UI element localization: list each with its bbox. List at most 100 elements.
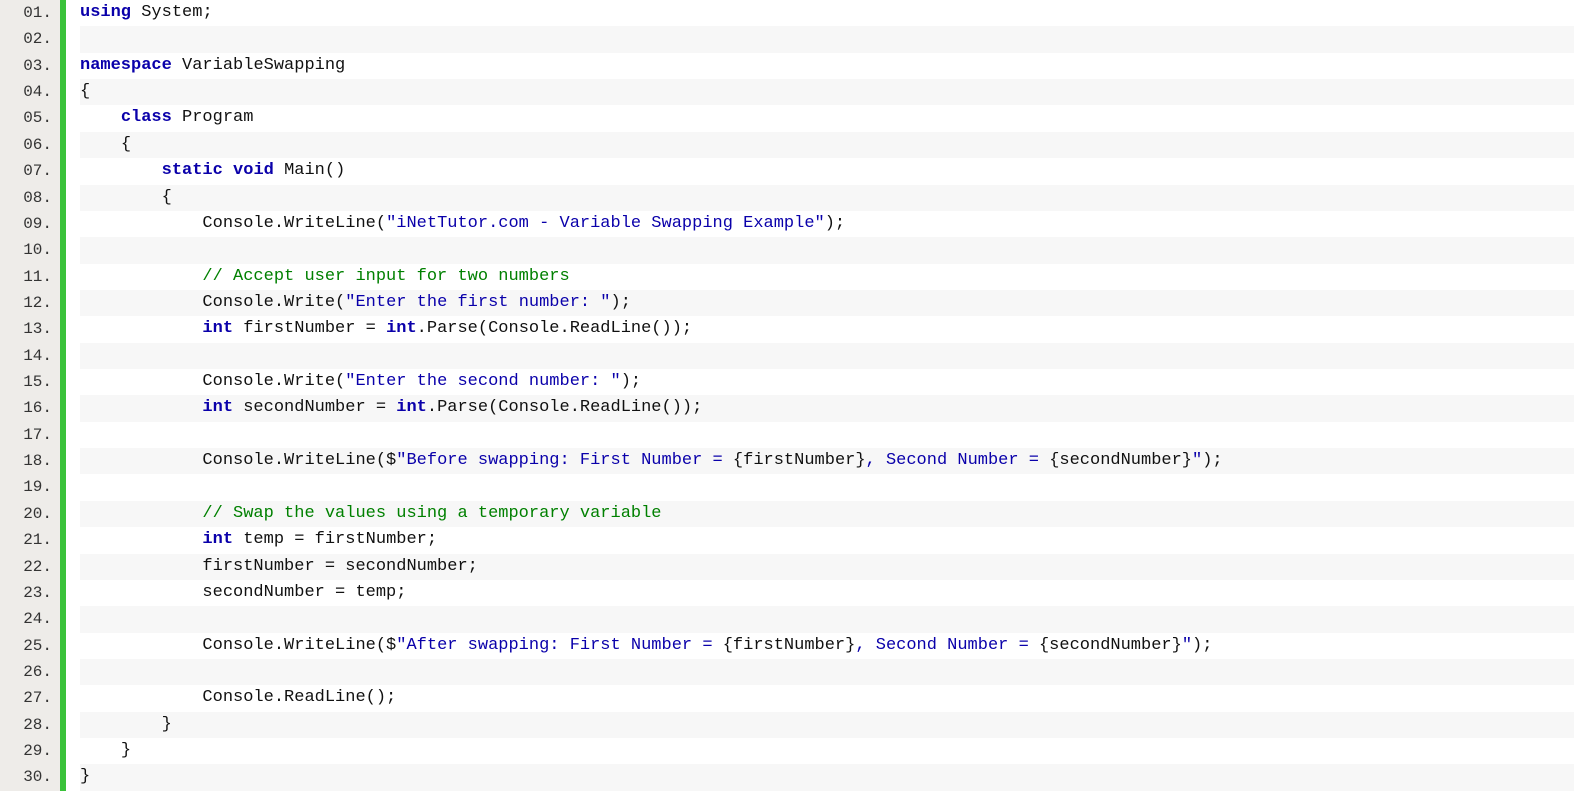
code-token-punct: { — [121, 135, 131, 154]
line-number: 17. — [0, 422, 60, 448]
code-line[interactable]: { — [80, 79, 1574, 105]
code-token-punct: .WriteLine( — [274, 214, 386, 233]
code-line[interactable] — [80, 26, 1574, 52]
indent — [80, 741, 121, 760]
code-token-str: "Enter the first number: " — [345, 293, 610, 312]
indent — [80, 715, 162, 734]
code-line[interactable]: static void Main() — [80, 158, 1574, 184]
indent — [80, 161, 162, 180]
code-area[interactable]: using System; namespace VariableSwapping {… — [66, 0, 1574, 791]
indent — [80, 372, 202, 391]
line-number: 07. — [0, 158, 60, 184]
code-token-ident: secondNumber — [202, 583, 324, 602]
code-token-punct: ); — [1202, 451, 1222, 470]
line-number: 23. — [0, 580, 60, 606]
code-line[interactable]: Console.Write("Enter the first number: "… — [80, 290, 1574, 316]
code-token-kw: void — [233, 161, 274, 180]
line-number: 06. — [0, 132, 60, 158]
code-line[interactable]: { — [80, 132, 1574, 158]
code-line[interactable] — [80, 422, 1574, 448]
code-token-punct: .ReadLine(); — [274, 688, 396, 707]
code-token-punct: { — [80, 82, 90, 101]
code-token-punct: } — [162, 715, 172, 734]
code-token-kw: namespace — [80, 56, 172, 75]
code-line[interactable] — [80, 474, 1574, 500]
line-number-gutter: 01.02.03.04.05.06.07.08.09.10.11.12.13.1… — [0, 0, 60, 791]
code-token-kw: int — [202, 530, 233, 549]
code-line[interactable]: int temp = firstNumber; — [80, 527, 1574, 553]
code-token-str: "After swapping: First Number = — [396, 636, 722, 655]
code-token-punct — [172, 108, 182, 127]
code-token-punct: { — [162, 188, 172, 207]
code-line[interactable]: secondNumber = temp; — [80, 580, 1574, 606]
code-token-punct: ); — [1192, 636, 1212, 655]
code-line[interactable]: } — [80, 712, 1574, 738]
code-line[interactable]: int secondNumber = int.Parse(Console.Rea… — [80, 395, 1574, 421]
line-number: 26. — [0, 659, 60, 685]
code-token-str: "Before swapping: First Number = — [396, 451, 733, 470]
code-line[interactable]: } — [80, 738, 1574, 764]
code-line[interactable]: using System; — [80, 0, 1574, 26]
code-token-punct: .WriteLine($ — [274, 636, 396, 655]
indent — [80, 319, 202, 338]
code-line[interactable] — [80, 237, 1574, 263]
code-token-ident: Console — [202, 688, 273, 707]
code-token-interp: {secondNumber} — [1039, 636, 1182, 655]
line-number: 10. — [0, 237, 60, 263]
line-number: 20. — [0, 501, 60, 527]
indent — [80, 135, 121, 154]
code-token-punct — [172, 56, 182, 75]
code-line[interactable]: firstNumber = secondNumber; — [80, 554, 1574, 580]
indent — [80, 267, 202, 286]
code-token-ident: Program — [182, 108, 253, 127]
indent — [80, 583, 202, 602]
indent — [80, 293, 202, 312]
code-token-kw: static — [162, 161, 223, 180]
code-token-punct: ); — [611, 293, 631, 312]
code-line[interactable] — [80, 606, 1574, 632]
code-token-punct: .Write( — [274, 293, 345, 312]
code-token-ident: firstNumber — [202, 557, 314, 576]
line-number: 11. — [0, 264, 60, 290]
line-number: 04. — [0, 79, 60, 105]
code-token-ident: firstNumber — [243, 319, 355, 338]
code-line[interactable]: Console.Write("Enter the second number: … — [80, 369, 1574, 395]
line-number: 24. — [0, 606, 60, 632]
code-token-kw: using — [80, 3, 131, 22]
code-token-punct: } — [80, 767, 90, 786]
code-line[interactable] — [80, 659, 1574, 685]
code-token-punct: = secondNumber; — [315, 557, 478, 576]
line-number: 18. — [0, 448, 60, 474]
line-number: 27. — [0, 685, 60, 711]
code-token-punct: = firstNumber; — [284, 530, 437, 549]
line-number: 08. — [0, 185, 60, 211]
code-token-kw: int — [396, 398, 427, 417]
code-line[interactable]: Console.WriteLine($"After swapping: Firs… — [80, 633, 1574, 659]
code-token-kw: int — [202, 319, 233, 338]
code-line[interactable]: // Accept user input for two numbers — [80, 264, 1574, 290]
code-token-str: "iNetTutor.com - Variable Swapping Examp… — [386, 214, 825, 233]
code-line[interactable]: class Program — [80, 105, 1574, 131]
indent — [80, 636, 202, 655]
code-token-str: , Second Number = — [866, 451, 1050, 470]
code-line[interactable]: Console.WriteLine($"Before swapping: Fir… — [80, 448, 1574, 474]
code-line[interactable] — [80, 343, 1574, 369]
code-token-punct: = — [355, 319, 386, 338]
code-line[interactable]: namespace VariableSwapping — [80, 53, 1574, 79]
code-token-punct: ); — [621, 372, 641, 391]
code-token-punct: .Parse(Console.ReadLine()); — [417, 319, 692, 338]
code-token-str: " — [1182, 636, 1192, 655]
code-line[interactable]: } — [80, 764, 1574, 790]
line-number: 25. — [0, 633, 60, 659]
code-line[interactable]: int firstNumber = int.Parse(Console.Read… — [80, 316, 1574, 342]
code-line[interactable]: Console.ReadLine(); — [80, 685, 1574, 711]
code-line[interactable]: { — [80, 185, 1574, 211]
code-token-punct: = — [366, 398, 397, 417]
code-line[interactable]: Console.WriteLine("iNetTutor.com - Varia… — [80, 211, 1574, 237]
code-token-punct — [131, 3, 141, 22]
code-token-kw: int — [202, 398, 233, 417]
code-line[interactable]: // Swap the values using a temporary var… — [80, 501, 1574, 527]
code-token-ident: System — [141, 3, 202, 22]
code-token-punct: () — [325, 161, 345, 180]
code-token-punct: = temp; — [325, 583, 407, 602]
